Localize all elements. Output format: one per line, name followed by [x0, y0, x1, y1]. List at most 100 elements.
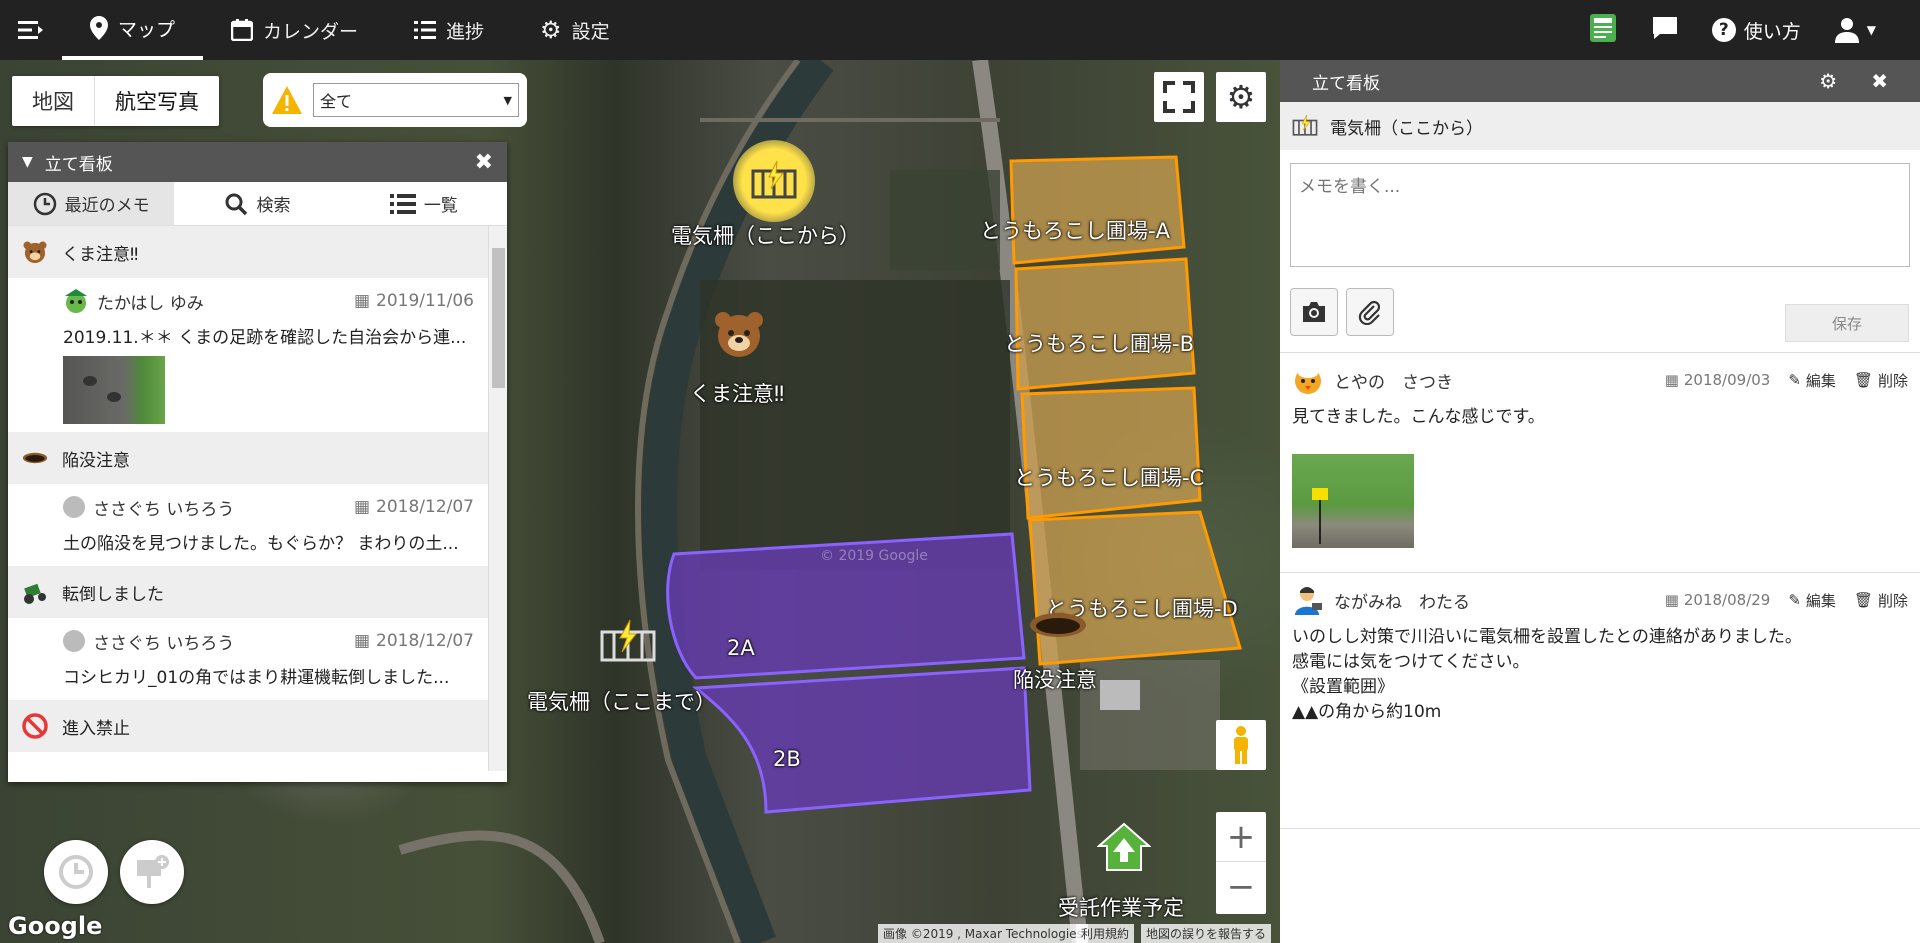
field-notebook-button[interactable] [1588, 13, 1618, 47]
map-type-map[interactable]: 地図 [12, 76, 94, 126]
user-avatar [63, 496, 85, 518]
calendar-icon: ▦ [353, 291, 371, 311]
calendar-icon: ▦ [353, 497, 371, 517]
menu-toggle-button[interactable] [0, 0, 62, 60]
memo-text: 土の陥没を見つけました。もぐらか？ まわりの土... [63, 533, 459, 554]
sink-marker[interactable] [1028, 610, 1088, 644]
calendar-icon: ▦ [353, 631, 371, 651]
fullscreen-button[interactable] [1154, 72, 1204, 122]
planned-work-marker[interactable] [1096, 822, 1152, 876]
history-button[interactable] [44, 840, 108, 904]
map-view[interactable]: 2A 2B とうもろこし圃場-A とうもろこし圃場-B とうもろこし圃場-C と… [0, 60, 1280, 943]
comment-line: ▲▲の角から約10m [1292, 702, 1442, 722]
memo-entry[interactable]: ささぐち いちろう ▦ 2018/12/07 土の陥没を見つけました。もぐらか？ … [8, 484, 488, 566]
filter-select[interactable]: 全て ▼ [313, 83, 519, 117]
trash-icon: 🗑 [1853, 591, 1873, 609]
fence-start-marker[interactable] [733, 140, 815, 222]
nav-map[interactable]: マップ [62, 0, 204, 60]
gear-icon[interactable]: ⚙ [1819, 69, 1837, 93]
close-icon[interactable]: ✖ [475, 150, 493, 175]
delete-button[interactable]: 🗑 削除 [1854, 590, 1908, 611]
corn-b-label: とうもろこし圃場-B [1004, 332, 1194, 356]
zoom-out-button[interactable]: − [1216, 862, 1266, 912]
tab-list[interactable]: 一覧 [341, 182, 507, 225]
recent-memo-list: くま注意‼ たかはし ゆみ ▦ 2019/11/06 2019.11.＊＊ くまの… [8, 226, 488, 771]
tab-search-label: 検索 [256, 196, 291, 216]
fullscreen-icon [1163, 81, 1195, 113]
fence-end-label: 電気柵（ここまで） [527, 690, 716, 714]
camera-button[interactable] [1290, 288, 1338, 336]
corn-c-label: とうもろこし圃場-C [1014, 466, 1205, 490]
nav-progress[interactable]: 進捗 [386, 0, 512, 60]
comment-user: ながみね わたる [1334, 592, 1470, 613]
hole-icon [22, 452, 48, 464]
notebook-icon [1589, 14, 1616, 42]
memo-textarea[interactable] [1290, 163, 1910, 267]
memo-entry[interactable]: ささぐち いちろう ▦ 2018/12/07 コシヒカリ_01の角ではまり耕運機転… [8, 618, 488, 700]
list-item[interactable]: 進入禁止 [8, 700, 488, 752]
corn-a-label: とうもろこし圃場-A [980, 219, 1170, 243]
menu-icon [18, 21, 43, 39]
field-2b[interactable] [690, 666, 1040, 880]
user-menu-button[interactable]: ▼ [1834, 17, 1876, 43]
nav-calendar[interactable]: カレンダー [203, 0, 386, 60]
edit-button[interactable]: ✎ 編集 [1788, 590, 1836, 611]
corn-field-c[interactable] [1016, 380, 1206, 522]
signboard-panel-header[interactable]: ▼ 立て看板 ✖ [8, 142, 507, 182]
signboard-panel: ▼ 立て看板 ✖ 最近のメモ 検索 一覧 くま注意‼ たかはし ゆみ ▦ 201… [8, 142, 507, 782]
nav-settings[interactable]: ⚙ 設定 [512, 0, 638, 60]
paperclip-icon [1358, 300, 1381, 325]
frog-avatar-icon [65, 289, 87, 313]
caret-down-icon: ▼ [22, 154, 33, 170]
memo-text: コシヒカリ_01の角ではまり耕運機転倒しました... [63, 667, 450, 688]
calendar-icon: ▦ [1664, 371, 1679, 389]
delete-button[interactable]: 🗑 削除 [1854, 370, 1908, 391]
close-icon[interactable]: ✖ [1871, 69, 1888, 93]
memo-photo-thumbnail[interactable] [63, 356, 165, 424]
fence-end-marker[interactable] [600, 619, 656, 668]
delete-label: 削除 [1877, 371, 1908, 390]
street-view-pegman[interactable] [1216, 720, 1266, 770]
gear-icon: ⚙ [540, 16, 562, 44]
add-sign-button[interactable] [120, 840, 184, 904]
chat-button[interactable] [1652, 16, 1678, 44]
bear-marker[interactable] [713, 309, 765, 363]
list-icon [389, 193, 416, 214]
electric-fence-icon [1292, 115, 1318, 136]
memo-date: 2019/11/06 [376, 291, 474, 311]
tab-recent-memos[interactable]: 最近のメモ [8, 182, 175, 225]
electric-fence-icon [600, 619, 656, 662]
warning-filter: 全て ▼ [263, 73, 527, 127]
tab-search[interactable]: 検索 [174, 182, 340, 225]
terms-link[interactable]: 利用規約 [1076, 924, 1135, 943]
list-item[interactable]: くま注意‼ [8, 226, 488, 278]
list-item[interactable]: 転倒しました [8, 566, 488, 618]
zoom-control: + − [1216, 812, 1266, 914]
nav-calendar-label: カレンダー [263, 20, 359, 43]
memo-list-scrollbar[interactable] [488, 226, 507, 771]
list-item[interactable]: 陥没注意 [8, 432, 488, 484]
memo-entry[interactable]: たかはし ゆみ ▦ 2019/11/06 2019.11.＊＊ くまの足跡を確認し… [8, 278, 488, 432]
attribution-imagery: 画像 ©2019 , Maxar Technologies [878, 924, 1088, 943]
help-label: 使い方 [1743, 20, 1801, 43]
electric-fence-icon [751, 161, 797, 199]
house-icon [1096, 822, 1152, 871]
top-right-tools: ? 使い方 ▼ [1588, 0, 1920, 60]
report-error-link[interactable]: 地図の誤りを報告する [1141, 924, 1272, 943]
calendar-icon [231, 19, 254, 41]
edit-button[interactable]: ✎ 編集 [1788, 370, 1836, 391]
attach-button[interactable] [1346, 288, 1394, 336]
help-button[interactable]: ? 使い方 [1711, 17, 1801, 44]
tab-list-label: 一覧 [423, 196, 458, 216]
field-2a-label: 2A [727, 636, 755, 660]
zoom-in-button[interactable]: + [1216, 812, 1266, 862]
filter-value: 全て [320, 92, 353, 111]
add-signboard-icon [137, 855, 169, 888]
camera-icon [1303, 302, 1325, 322]
save-button[interactable]: 保存 [1785, 304, 1909, 342]
map-settings-button[interactable]: ⚙ [1216, 72, 1266, 122]
corn-field-b[interactable] [1012, 255, 1202, 395]
map-type-aerial[interactable]: 航空写真 [94, 76, 219, 126]
corn-field-a[interactable] [1008, 155, 1188, 267]
comment-photo-thumbnail[interactable] [1292, 454, 1414, 548]
